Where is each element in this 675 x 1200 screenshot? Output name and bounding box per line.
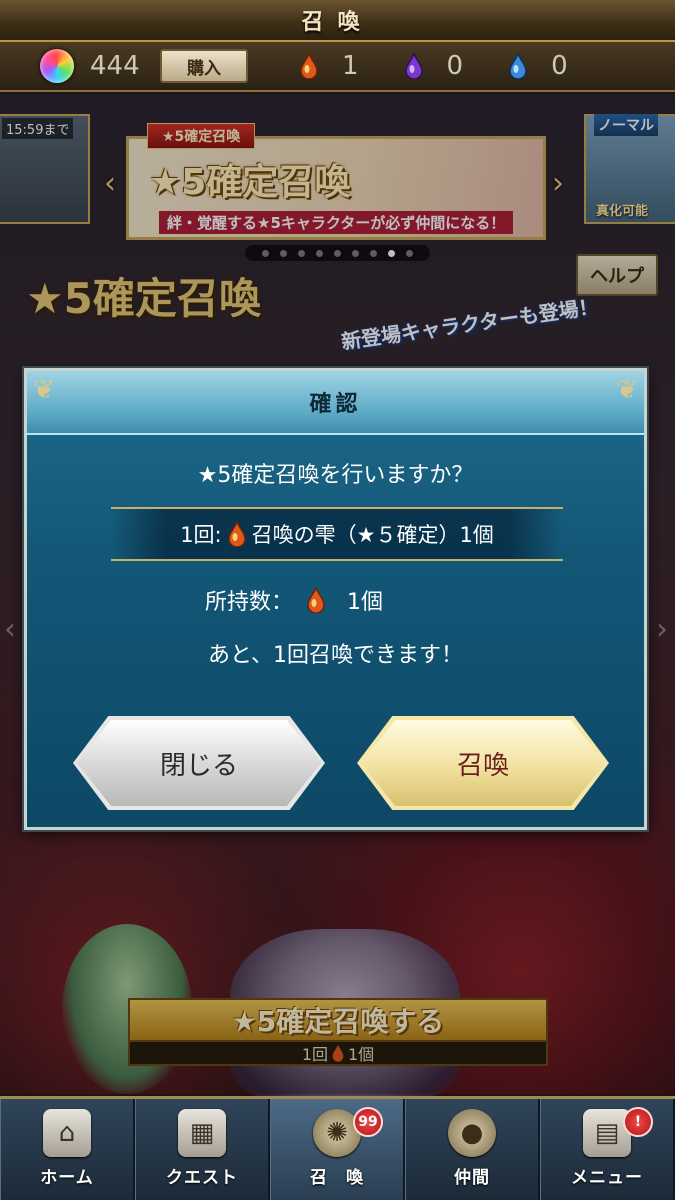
- page-title: 召喚: [301, 10, 374, 35]
- map-icon: ▦: [178, 1109, 226, 1157]
- notification-badge: 99: [353, 1107, 383, 1137]
- remaining-text: あと、1回召喚できます！: [207, 643, 464, 668]
- character-icon: ●: [448, 1109, 496, 1157]
- dialog-title: 確認: [309, 392, 362, 417]
- nav-label: 仲間: [454, 1168, 490, 1188]
- nav-quest[interactable]: ▦ クエスト: [135, 1099, 270, 1200]
- owned-count: 1個: [347, 590, 384, 615]
- nav-label: ホーム: [40, 1168, 94, 1188]
- red-drop-icon: [307, 587, 325, 613]
- summon-button[interactable]: 召喚: [357, 716, 609, 810]
- dialog-header: ❦ ❦ 確認: [27, 371, 644, 435]
- ornament-icon: ❦: [616, 375, 638, 405]
- summon-button-label: 召喚: [361, 720, 605, 806]
- home-icon: ⌂: [43, 1109, 91, 1157]
- nav-home[interactable]: ⌂ ホーム: [0, 1099, 135, 1200]
- purple-drop-icon: [404, 53, 423, 79]
- red-drop-count: 1: [342, 51, 359, 81]
- buy-button[interactable]: 購入: [160, 49, 248, 83]
- nav-label: 召 喚: [310, 1168, 364, 1188]
- nav-label: クエスト: [166, 1168, 238, 1188]
- red-drop-icon: [300, 53, 318, 79]
- cost-text: 召喚の雫（★５確定）1個: [251, 523, 494, 547]
- ornament-icon: ❦: [33, 375, 55, 405]
- dialog-question: ★5確定召喚を行いますか？: [197, 463, 474, 488]
- owned-count-row: 所持数： 1個: [205, 584, 383, 616]
- gem-count: 444: [90, 51, 140, 81]
- close-button-label: 閉じる: [77, 720, 321, 806]
- nav-menu[interactable]: ▤ メニュー !: [540, 1099, 675, 1200]
- red-drop-icon: [227, 521, 246, 547]
- blue-drop-icon: [509, 53, 527, 79]
- nav-summon[interactable]: ✺ 召 喚 99: [270, 1099, 405, 1200]
- nav-label: メニュー: [571, 1168, 643, 1188]
- blue-drop-count: 0: [551, 51, 568, 81]
- notification-badge: !: [623, 1107, 653, 1137]
- bottom-nav: ⌂ ホーム ▦ クエスト ✺ 召 喚 99 ● 仲間 ▤ メニュー !: [0, 1096, 675, 1200]
- title-bar: 召喚: [0, 0, 675, 42]
- nav-characters[interactable]: ● 仲間: [405, 1099, 540, 1200]
- currency-bar: 444 購入 1 0 0: [0, 42, 675, 92]
- purple-drop-count: 0: [446, 51, 464, 81]
- close-button[interactable]: 閉じる: [73, 716, 325, 810]
- rainbow-gem-icon: [40, 49, 74, 83]
- owned-label: 所持数：: [205, 590, 294, 615]
- cost-prefix: 1回:: [180, 523, 222, 547]
- confirm-dialog: ❦ ❦ 確認 ★5確定召喚を行いますか？ 1回: 召喚の雫（★５確定）1個 所持…: [24, 368, 647, 830]
- cost-band: 1回: 召喚の雫（★５確定）1個: [111, 507, 563, 561]
